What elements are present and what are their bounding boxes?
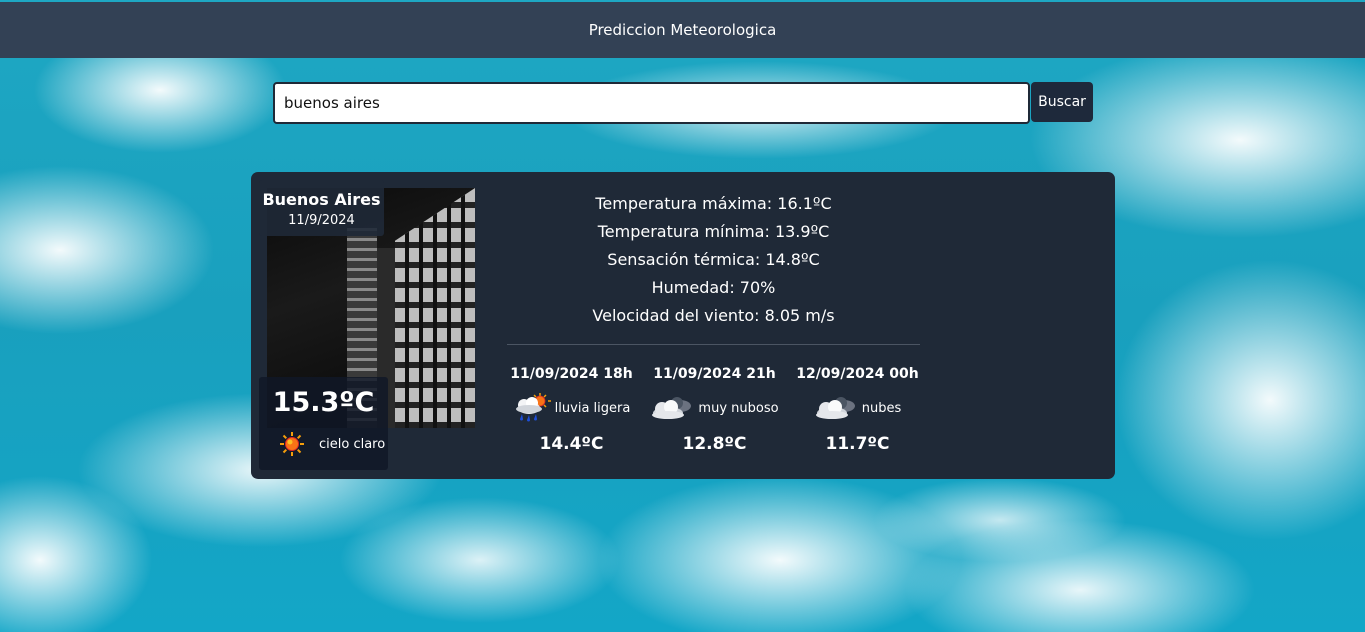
- min-temperature: Temperatura mínima: 13.9ºC: [597, 222, 830, 241]
- page: Prediccion Meteorologica Buscar Buenos A…: [0, 0, 1365, 632]
- forecast-temperature: 14.4ºC: [539, 434, 604, 454]
- forecast-time: 11/09/2024 21h: [653, 366, 776, 382]
- current-condition: cielo claro: [279, 431, 385, 457]
- forecast-condition-label: nubes: [861, 400, 902, 416]
- forecast-temperature: 11.7ºC: [825, 434, 890, 454]
- forecast-temperature: 12.8ºC: [682, 434, 747, 454]
- forecast-item: 12/09/2024 00h nubes 11.7ºC: [786, 360, 929, 454]
- forecast-item: 11/09/2024 18h lluvia ligera 14.4ºC: [500, 360, 643, 454]
- forecast-condition-label: lluvia ligera: [554, 400, 631, 416]
- weather-card: Buenos Aires 11/9/2024 15.3ºC cielo clar…: [251, 172, 1115, 479]
- max-temperature: Temperatura máxima: 16.1ºC: [595, 194, 832, 213]
- navbar: Prediccion Meteorologica: [0, 2, 1365, 58]
- current-condition-label: cielo claro: [319, 436, 386, 452]
- weather-stats: Temperatura máxima: 16.1ºC Temperatura m…: [507, 190, 920, 330]
- search-button[interactable]: Buscar: [1031, 82, 1093, 122]
- city-date: 11/9/2024: [288, 213, 355, 228]
- forecast-item: 11/09/2024 21h muy nuboso 12.8ºC: [643, 360, 786, 454]
- sun-icon: [279, 431, 305, 457]
- humidity: Humedad: 70%: [651, 278, 776, 297]
- current-temperature: 15.3ºC: [272, 387, 375, 418]
- city-header: Buenos Aires 11/9/2024: [259, 180, 384, 236]
- current-weather: 15.3ºC cielo claro: [259, 377, 388, 470]
- feels-like: Sensación térmica: 14.8ºC: [607, 250, 820, 269]
- wind-speed: Velocidad del viento: 8.05 m/s: [592, 306, 835, 325]
- forecast-condition: muy nuboso: [643, 388, 786, 428]
- search-bar: Buscar: [273, 82, 1093, 124]
- city-name: Buenos Aires: [262, 190, 381, 209]
- forecast-condition-label: muy nuboso: [698, 400, 779, 416]
- forecast-time: 12/09/2024 00h: [796, 366, 919, 382]
- rain-sun-cloud-icon: [513, 392, 551, 424]
- forecast-condition: lluvia ligera: [500, 388, 643, 428]
- cloud-icon: [650, 395, 694, 421]
- cloud-icon: [814, 395, 858, 421]
- forecast-list: 11/09/2024 18h lluvia ligera 14.4ºC 11/0…: [500, 360, 930, 454]
- search-input[interactable]: [273, 82, 1030, 124]
- divider: [507, 344, 920, 345]
- forecast-condition: nubes: [786, 388, 929, 428]
- app-title: Prediccion Meteorologica: [588, 21, 777, 39]
- forecast-time: 11/09/2024 18h: [510, 366, 633, 382]
